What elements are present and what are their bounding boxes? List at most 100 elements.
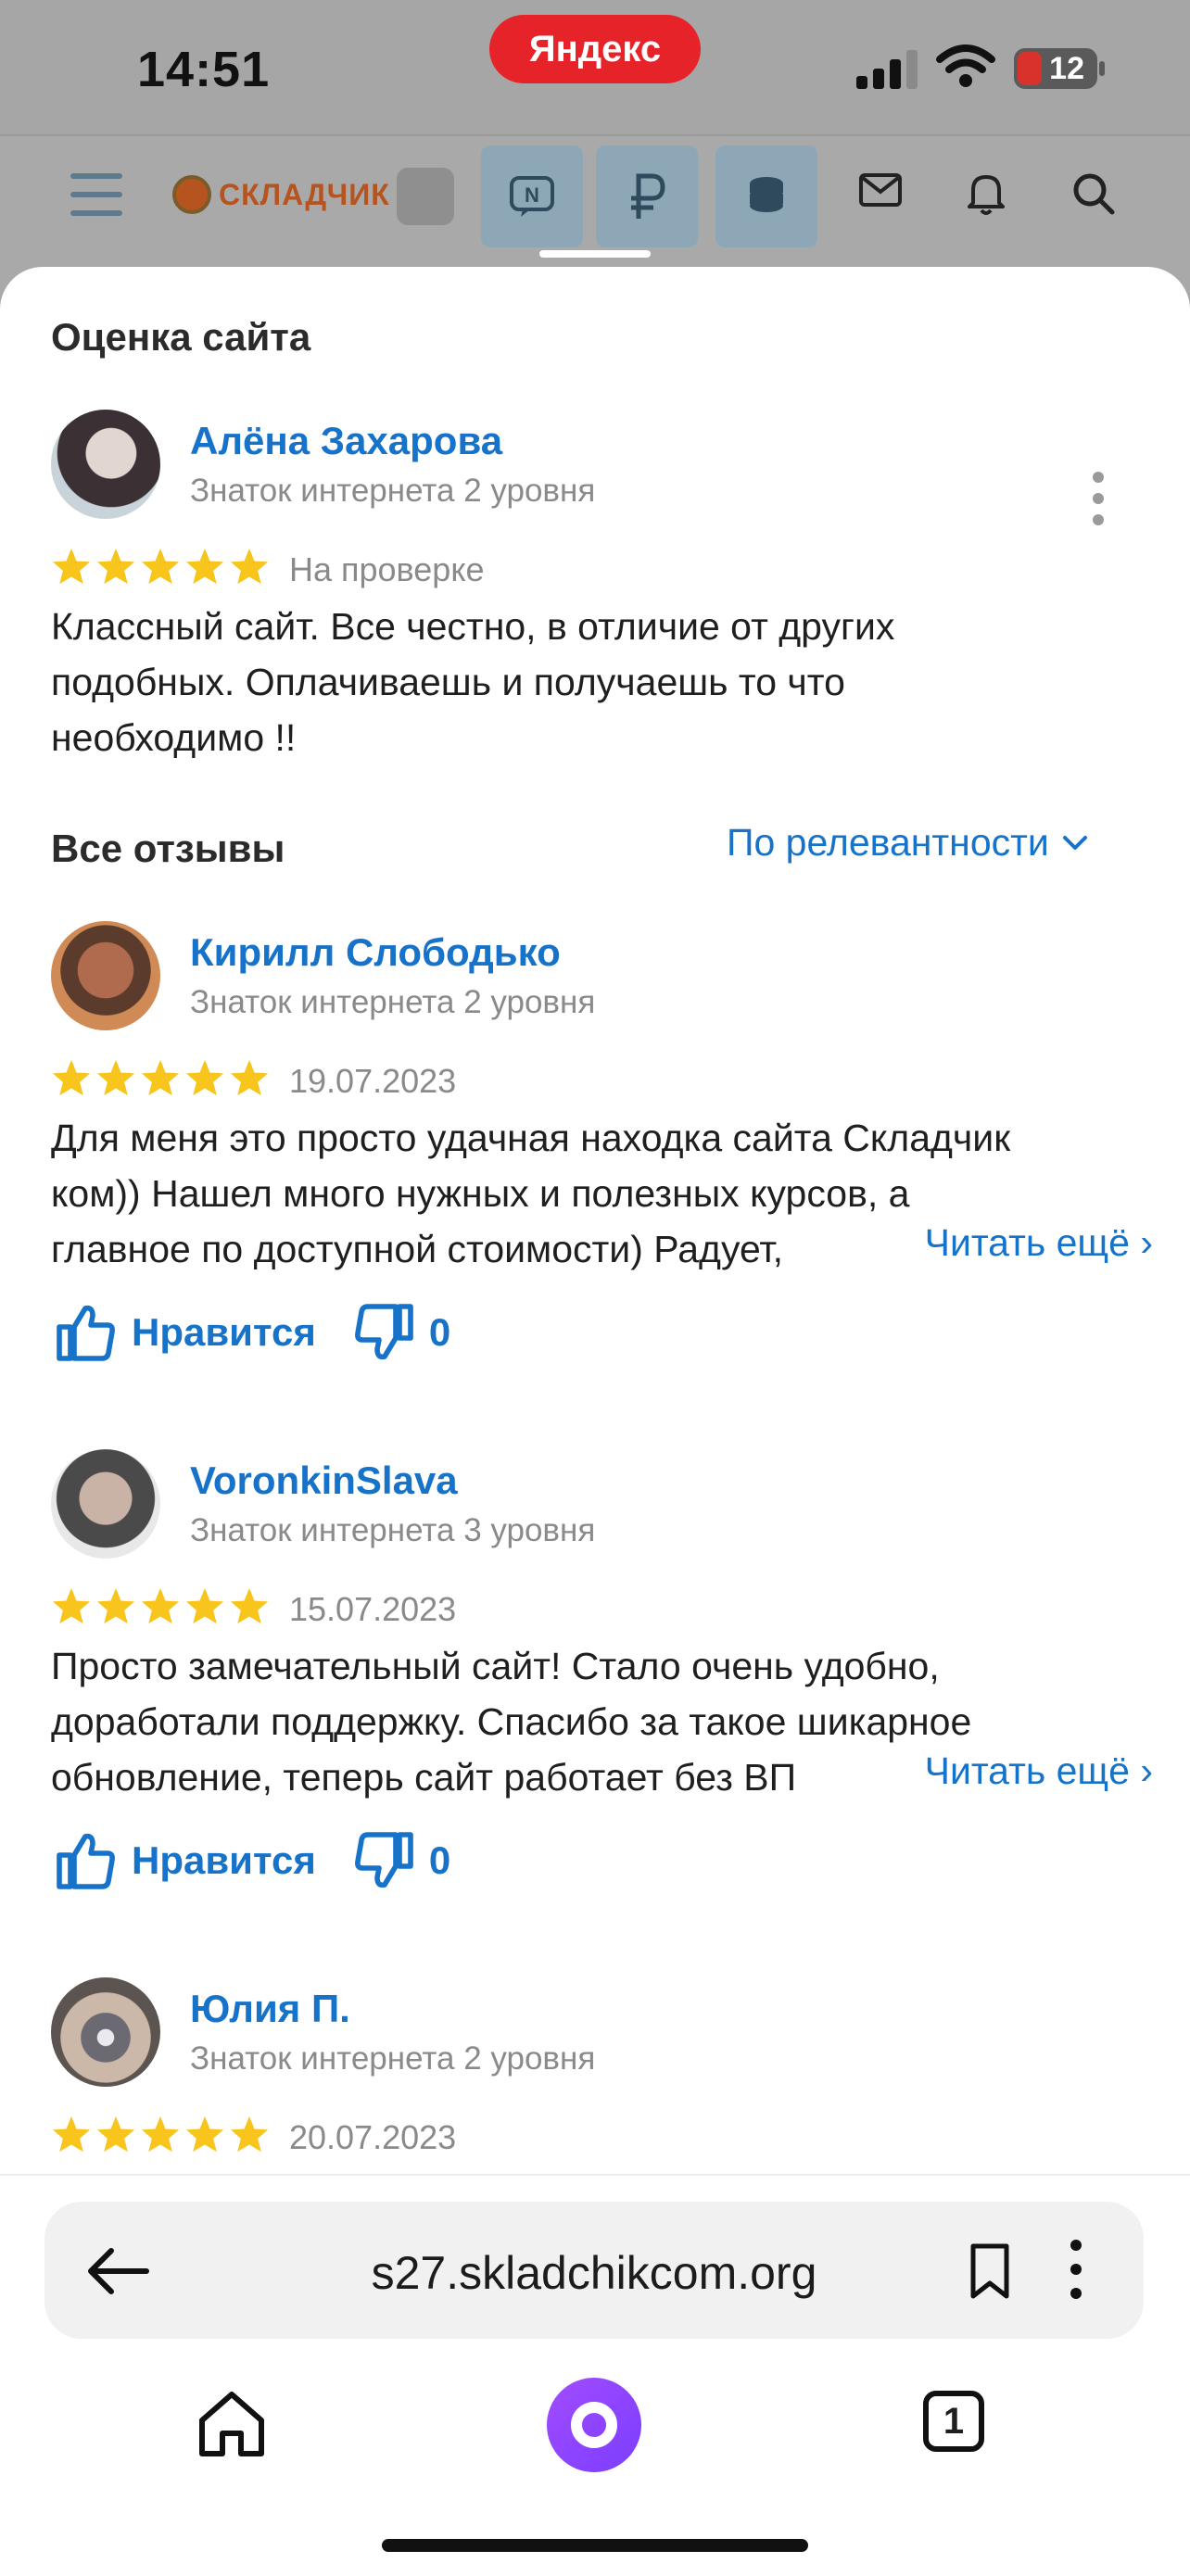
search-icon[interactable] <box>1071 171 1116 216</box>
review-text-line: ком)) Нашел много нужных и полезных курс… <box>51 1172 910 1215</box>
star-rating <box>51 2115 270 2153</box>
menu-icon[interactable] <box>70 173 122 229</box>
tabs-button[interactable]: 1 <box>923 2391 984 2452</box>
cellular-signal-icon <box>856 50 918 89</box>
avatar[interactable] <box>51 1977 160 2087</box>
dislike-count: 0 <box>428 1310 451 1354</box>
browser-pill[interactable]: Яндекс <box>489 15 701 83</box>
status-time: 14:51 <box>137 42 271 97</box>
battery-indicator: 12 <box>1014 48 1097 89</box>
review-text-line: доработали поддержку. Спасибо за такое ш… <box>51 1700 972 1743</box>
sort-label: По релевантности <box>727 821 1049 864</box>
browser-bottom-bar: s27.skladchikcom.org 1 <box>0 2174 1190 2576</box>
section-title-all-reviews: Все отзывы <box>51 827 285 870</box>
alice-icon <box>571 2402 617 2448</box>
battery-nub <box>1099 61 1105 76</box>
review-date: 19.07.2023 <box>289 1062 457 1100</box>
author-level: Знаток интернета 2 уровня <box>190 984 596 1020</box>
news-icon: N <box>510 176 554 217</box>
thumbs-down-icon[interactable] <box>353 1303 414 1362</box>
review-date: 15.07.2023 <box>289 1590 457 1628</box>
star-rating <box>51 547 270 586</box>
avatar[interactable] <box>51 1449 160 1559</box>
thumbs-up-icon[interactable] <box>56 1303 117 1362</box>
star-icon <box>141 2115 180 2153</box>
author-level: Знаток интернета 2 уровня <box>190 473 596 509</box>
star-icon <box>230 548 269 585</box>
site-logo[interactable]: СКЛАДЧИК <box>172 175 390 214</box>
review-author[interactable]: VoronkinSlava <box>190 1458 458 1503</box>
coins-tile[interactable] <box>715 145 817 247</box>
star-icon <box>185 1059 224 1096</box>
star-icon <box>185 1587 224 1624</box>
star-icon <box>52 1587 91 1624</box>
logo-text: СКЛАДЧИК <box>219 177 390 211</box>
bell-icon[interactable] <box>966 171 1006 216</box>
address-bar[interactable]: s27.skladchikcom.org <box>44 2202 1144 2339</box>
home-indicator[interactable] <box>382 2539 808 2552</box>
dislike-count: 0 <box>428 1838 451 1882</box>
star-icon <box>141 1587 180 1624</box>
battery-percent: 12 <box>1049 50 1084 86</box>
wifi-icon <box>936 44 995 87</box>
star-icon <box>96 2115 135 2153</box>
more-options-icon[interactable] <box>1092 471 1105 526</box>
star-rating <box>51 1058 270 1097</box>
avatar[interactable] <box>51 921 160 1030</box>
read-more-link[interactable]: Читать ещё › <box>883 1221 1153 1265</box>
author-level: Знаток интернета 2 уровня <box>190 2040 596 2077</box>
read-more-label: Читать ещё <box>924 1221 1130 1264</box>
review-text: Классный сайт. Все честно, в отличие от … <box>51 599 1145 765</box>
review-text-line: Для меня это просто удачная находка сайт… <box>51 1117 1011 1159</box>
thumbs-down-icon[interactable] <box>353 1831 414 1890</box>
review-date: 20.07.2023 <box>289 2118 457 2156</box>
ruble-icon <box>631 173 665 219</box>
star-icon <box>230 1587 269 1624</box>
ruble-tile[interactable] <box>596 145 698 247</box>
star-icon <box>185 548 224 585</box>
sort-dropdown[interactable]: По релевантности <box>727 821 1088 865</box>
logo-mark <box>172 175 211 214</box>
star-icon <box>230 1059 269 1096</box>
review-author[interactable]: Юлия П. <box>190 1987 350 2031</box>
review-text-line: Классный сайт. Все честно, в отличие от … <box>51 605 895 648</box>
star-icon <box>230 2115 269 2153</box>
status-bar: 14:51 Яндекс 12 <box>0 0 1190 134</box>
mail-icon[interactable] <box>858 171 903 208</box>
author-level: Знаток интернета 3 уровня <box>190 1512 596 1548</box>
news-tile[interactable]: N <box>481 145 583 247</box>
like-button[interactable]: Нравится <box>132 1838 316 1883</box>
star-icon <box>52 548 91 585</box>
star-rating <box>51 1586 270 1625</box>
alice-assistant-button[interactable] <box>547 2378 641 2472</box>
review-author[interactable]: Алёна Захарова <box>190 419 502 463</box>
star-icon <box>52 2115 91 2153</box>
star-icon <box>96 1587 135 1624</box>
coins-icon <box>750 177 783 212</box>
review-reactions: Нравится 0 <box>56 1831 450 1890</box>
star-icon <box>96 1059 135 1096</box>
review-reactions: Нравится 0 <box>56 1303 450 1362</box>
like-button[interactable]: Нравится <box>132 1310 316 1355</box>
more-options-icon[interactable] <box>1070 2239 1082 2300</box>
star-icon <box>141 1059 180 1096</box>
sheet-grabber[interactable] <box>539 250 651 258</box>
star-icon <box>141 548 180 585</box>
review-text-line: подобных. Оплачиваешь и получаешь то что <box>51 661 845 703</box>
review-author[interactable]: Кирилл Слободько <box>190 930 561 975</box>
bookmark-icon[interactable] <box>968 2242 1012 2300</box>
read-more-label: Читать ещё <box>924 1749 1130 1792</box>
svg-text:N: N <box>525 183 539 207</box>
star-icon <box>185 2115 224 2153</box>
home-icon[interactable] <box>195 2387 269 2461</box>
battery-level <box>1018 52 1042 85</box>
read-more-link[interactable]: Читать ещё › <box>883 1749 1153 1793</box>
avatar[interactable] <box>51 410 160 519</box>
review-status: На проверке <box>289 550 485 588</box>
chevron-down-icon <box>1062 835 1087 850</box>
star-icon <box>96 548 135 585</box>
user-avatar[interactable] <box>397 168 454 225</box>
thumbs-up-icon[interactable] <box>56 1831 117 1890</box>
section-title-site-rating: Оценка сайта <box>51 315 311 359</box>
review-text-line: Просто замечательный сайт! Стало очень у… <box>51 1645 940 1687</box>
